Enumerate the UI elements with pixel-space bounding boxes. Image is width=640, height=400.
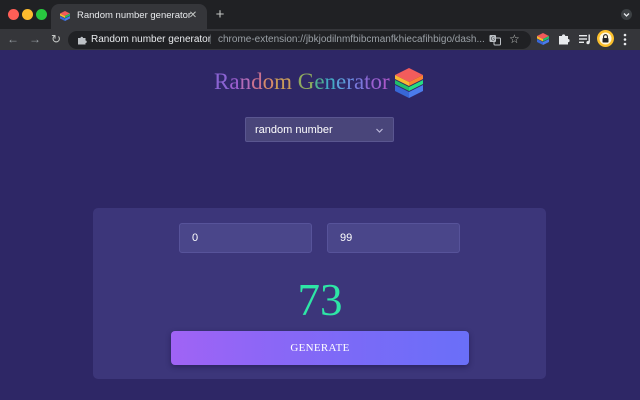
title-letter: n: [324, 69, 337, 94]
browser-tab[interactable]: Random number generator ✕: [51, 4, 207, 29]
svg-text:G: G: [491, 37, 495, 43]
chevron-down-icon[interactable]: [621, 9, 632, 20]
generator-type-select[interactable]: random number: [245, 117, 394, 142]
queue-list-icon[interactable]: [578, 32, 592, 46]
close-icon[interactable]: ✕: [186, 9, 200, 23]
back-icon[interactable]: ←: [5, 31, 21, 47]
browser-toolbar: ← → ↻ Random number generator | chrome-e…: [0, 29, 640, 50]
stacked-cubes-icon[interactable]: [536, 32, 550, 46]
title-letter: m: [274, 69, 292, 94]
window-close-button[interactable]: [8, 9, 19, 20]
title-letter: o: [370, 69, 383, 94]
new-tab-button[interactable]: +: [212, 7, 228, 23]
title-letter: e: [336, 69, 347, 94]
title-letter: r: [346, 69, 354, 94]
omnibox-site-name: Random number generator: [91, 34, 212, 45]
omnibox-url: chrome-extension://jbkjodilnmfbibcmanfkh…: [218, 34, 485, 45]
tab-strip: Random number generator ✕ +: [0, 0, 640, 29]
generated-number: 73: [297, 275, 343, 325]
title-letter: n: [239, 69, 252, 94]
generator-type-value: random number: [255, 124, 333, 136]
chevron-down-icon: [376, 128, 383, 133]
stacked-cubes-icon: [395, 68, 423, 98]
title-letter: a: [353, 69, 365, 94]
kebab-menu-icon[interactable]: [623, 33, 627, 46]
stacked-cubes-icon: [60, 11, 70, 21]
title-letter: d: [251, 69, 263, 94]
title-letter: o: [262, 69, 275, 94]
translate-icon[interactable]: G: [489, 34, 501, 46]
window-minimize-button[interactable]: [22, 9, 33, 20]
reload-icon[interactable]: ↻: [48, 31, 64, 47]
profile-avatar[interactable]: [597, 30, 614, 47]
puzzle-piece-icon[interactable]: [557, 32, 571, 46]
window-zoom-button[interactable]: [36, 9, 47, 20]
lock-avatar-icon: [599, 32, 612, 45]
puzzle-piece-icon: [78, 36, 87, 45]
title-letter: e: [314, 69, 325, 94]
address-bar[interactable]: Random number generator | chrome-extensi…: [68, 31, 531, 49]
title-letter: r: [382, 69, 390, 94]
title-letter: R: [214, 69, 230, 94]
max-value-input[interactable]: [327, 223, 460, 253]
title-letter: G: [297, 69, 315, 94]
min-value-input[interactable]: [179, 223, 312, 253]
forward-icon[interactable]: →: [27, 31, 43, 47]
generate-button[interactable]: GENERATE: [171, 331, 469, 365]
page-title: Random Generator: [214, 69, 390, 95]
star-icon[interactable]: ☆: [509, 32, 520, 46]
omnibox-separator: |: [209, 34, 212, 45]
title-letter: a: [229, 69, 240, 94]
tab-title: Random number generator: [77, 10, 192, 21]
